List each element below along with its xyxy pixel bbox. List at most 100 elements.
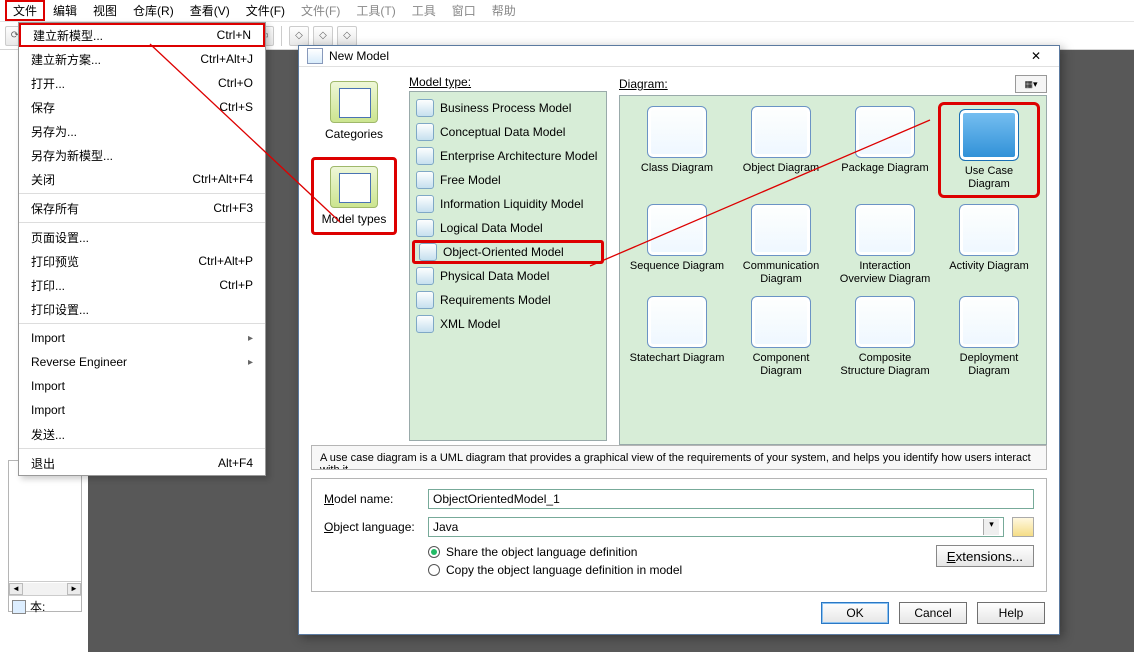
model-type-label: Logical Data Model xyxy=(440,221,543,235)
file-menu-item[interactable]: 页面设置... xyxy=(19,225,265,249)
diagram-item[interactable]: Activity Diagram xyxy=(938,200,1040,290)
diagram-icon xyxy=(647,296,707,348)
model-type-label: Enterprise Architecture Model xyxy=(440,149,597,163)
menu-edit[interactable]: 编辑 xyxy=(45,0,85,21)
cat-categories[interactable]: Categories xyxy=(311,75,397,147)
file-menu-item[interactable]: 发送... xyxy=(19,422,265,446)
close-icon[interactable]: ✕ xyxy=(1021,46,1051,66)
file-menu-item[interactable]: 建立新模型... Ctrl+N xyxy=(19,23,265,47)
diagram-item[interactable]: Component Diagram xyxy=(730,292,832,382)
model-type-icon xyxy=(416,123,434,141)
file-menu-label: 关闭 xyxy=(31,171,55,188)
thumb-doc-icon[interactable] xyxy=(12,600,26,614)
chevron-down-icon[interactable]: ▾ xyxy=(983,519,999,535)
diagram-item[interactable]: Package Diagram xyxy=(834,102,936,198)
cat-model-types-label: Model types xyxy=(322,212,387,226)
diagram-item[interactable]: Sequence Diagram xyxy=(626,200,728,290)
file-menu-label: 打印... xyxy=(31,277,65,294)
model-type-icon xyxy=(416,315,434,333)
diagram-item[interactable]: Statechart Diagram xyxy=(626,292,728,382)
diagram-item[interactable]: Use Case Diagram xyxy=(938,102,1040,198)
model-type-item[interactable]: Object-Oriented Model xyxy=(412,240,604,264)
model-type-item[interactable]: Free Model xyxy=(412,168,604,192)
model-type-list[interactable]: Business Process ModelConceptual Data Mo… xyxy=(409,91,607,441)
model-type-item[interactable]: Requirements Model xyxy=(412,288,604,312)
scroll-left-icon[interactable]: ◄ xyxy=(9,583,23,595)
scroll-right-icon[interactable]: ► xyxy=(67,583,81,595)
model-name-input[interactable] xyxy=(428,489,1034,509)
scroll-track[interactable] xyxy=(23,583,67,595)
tb-shape2-icon[interactable]: ◇ xyxy=(313,26,333,46)
diagram-label: Composite Structure Diagram xyxy=(836,352,934,378)
thumb-scroll[interactable]: ◄ ► xyxy=(9,581,81,595)
diagram-header: Diagram: xyxy=(619,77,668,91)
model-type-item[interactable]: Logical Data Model xyxy=(412,216,604,240)
menu-sec-help[interactable]: 帮助 xyxy=(484,0,524,21)
extensions-button[interactable]: Extensions... xyxy=(936,545,1034,567)
object-language-combo[interactable]: Java ▾ xyxy=(428,517,1004,537)
file-menu-item[interactable]: 打开...Ctrl+O xyxy=(19,71,265,95)
file-menu-item[interactable]: 保存所有Ctrl+F3 xyxy=(19,196,265,220)
diagram-item[interactable]: Object Diagram xyxy=(730,102,832,198)
model-type-item[interactable]: XML Model xyxy=(412,312,604,336)
model-type-label: XML Model xyxy=(440,317,500,331)
diagram-item[interactable]: Interaction Overview Diagram xyxy=(834,200,936,290)
file-menu-label: 页面设置... xyxy=(31,229,89,246)
menu-view[interactable]: 视图 xyxy=(85,0,125,21)
cat-model-types[interactable]: Model types xyxy=(311,157,397,235)
help-button[interactable]: Help xyxy=(977,602,1045,624)
model-type-item[interactable]: Information Liquidity Model xyxy=(412,192,604,216)
file-menu-accel: Ctrl+N xyxy=(217,28,251,42)
file-menu-item[interactable]: 打印...Ctrl+P xyxy=(19,273,265,297)
file-menu-item[interactable]: Import▸ xyxy=(19,326,265,350)
model-type-header: Model type: xyxy=(409,75,471,89)
browse-folder-button[interactable] xyxy=(1012,517,1034,537)
view-mode-button[interactable]: ▦▾ xyxy=(1015,75,1047,93)
model-type-column: Model type: Business Process ModelConcep… xyxy=(409,75,607,445)
file-menu-item[interactable]: Import xyxy=(19,398,265,422)
menu-file2[interactable]: 文件(F) xyxy=(238,0,293,21)
ok-button[interactable]: OK xyxy=(821,602,889,624)
model-type-item[interactable]: Physical Data Model xyxy=(412,264,604,288)
file-menu-accel: Ctrl+Alt+P xyxy=(198,254,253,268)
diagram-item[interactable]: Composite Structure Diagram xyxy=(834,292,936,382)
cancel-button[interactable]: Cancel xyxy=(899,602,967,624)
model-type-item[interactable]: Enterprise Architecture Model xyxy=(412,144,604,168)
radio-share[interactable] xyxy=(428,546,440,558)
file-menu-item[interactable]: 建立新方案...Ctrl+Alt+J xyxy=(19,47,265,71)
description-box: A use case diagram is a UML diagram that… xyxy=(311,445,1047,470)
model-type-item[interactable]: Conceptual Data Model xyxy=(412,120,604,144)
tb-shape-icon[interactable]: ◇ xyxy=(289,26,309,46)
file-menu-item[interactable]: 退出Alt+F4 xyxy=(19,451,265,475)
file-menu-item[interactable]: Import xyxy=(19,374,265,398)
file-menu-item[interactable]: 打印设置... xyxy=(19,297,265,321)
menu-sec-window[interactable]: 窗口 xyxy=(444,0,484,21)
file-menu-item[interactable]: 另存为... xyxy=(19,119,265,143)
menu-repo[interactable]: 仓库(R) xyxy=(125,0,182,21)
file-menu-item[interactable]: Reverse Engineer▸ xyxy=(19,350,265,374)
file-menu-accel: Ctrl+Alt+F4 xyxy=(192,172,253,186)
menu-look[interactable]: 查看(V) xyxy=(182,0,238,21)
diagram-item[interactable]: Class Diagram xyxy=(626,102,728,198)
model-type-icon xyxy=(416,99,434,117)
menu-sec-tool2[interactable]: 工具 xyxy=(404,0,444,21)
file-menu-item[interactable]: 关闭 Ctrl+Alt+F4 xyxy=(19,167,265,191)
model-type-label: Object-Oriented Model xyxy=(443,245,564,259)
dialog-titlebar: New Model ✕ xyxy=(299,46,1059,67)
file-menu-label: 另存为... xyxy=(31,123,77,140)
file-menu-item[interactable]: 保存Ctrl+S xyxy=(19,95,265,119)
menu-sec-tool[interactable]: 工具(T) xyxy=(348,0,403,21)
radio-copy[interactable] xyxy=(428,564,440,576)
diagram-item[interactable]: Communication Diagram xyxy=(730,200,832,290)
menu-file[interactable]: 文件 xyxy=(5,0,45,21)
diagram-item[interactable]: Deployment Diagram xyxy=(938,292,1040,382)
diagram-label: Interaction Overview Diagram xyxy=(836,260,934,286)
model-type-icon xyxy=(419,243,437,261)
file-menu-label: 建立新模型... xyxy=(33,27,103,44)
menu-sec-file[interactable]: 文件(F) xyxy=(293,0,348,21)
file-menu-item[interactable]: 另存为新模型... xyxy=(19,143,265,167)
model-type-item[interactable]: Business Process Model xyxy=(412,96,604,120)
tb-shape3-icon[interactable]: ◇ xyxy=(337,26,357,46)
file-menu-item[interactable]: 打印预览Ctrl+Alt+P xyxy=(19,249,265,273)
model-type-icon xyxy=(416,195,434,213)
